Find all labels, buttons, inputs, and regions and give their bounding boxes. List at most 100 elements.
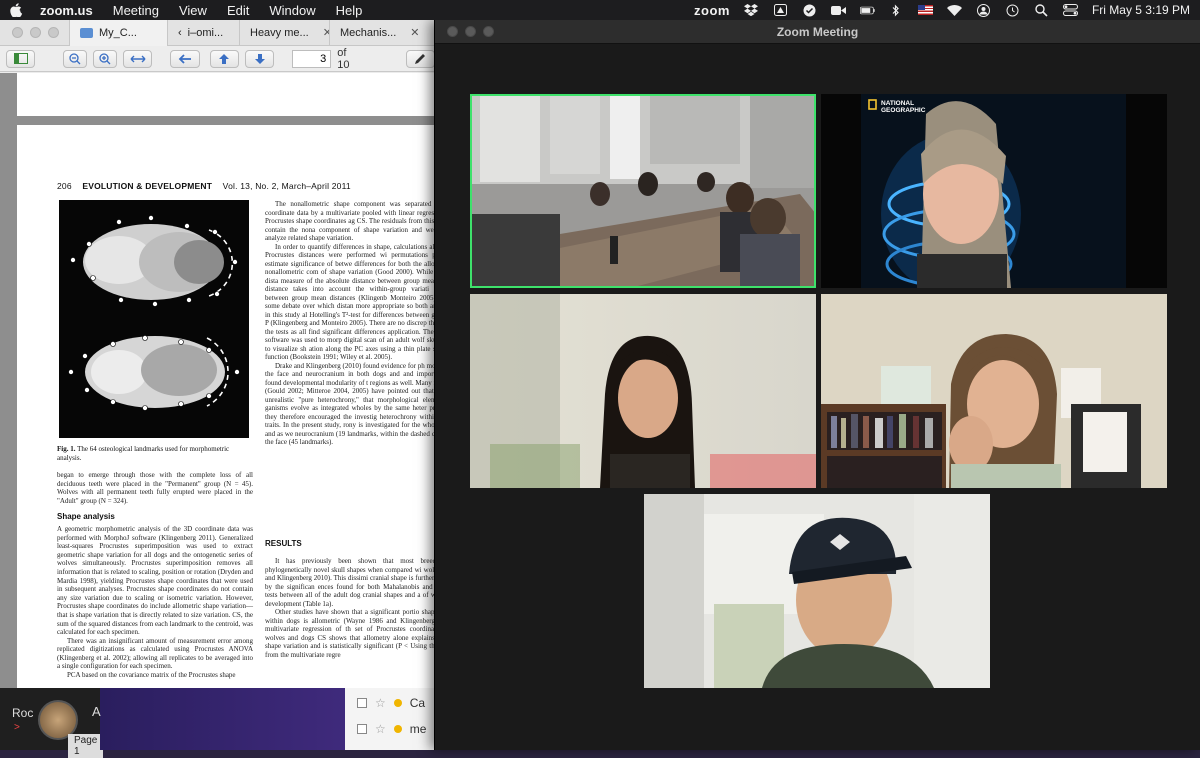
user-account-icon[interactable]: [976, 3, 991, 17]
pdf-page: 206 EVOLUTION & DEVELOPMENT Vol. 13, No.…: [17, 125, 436, 688]
close-window-button[interactable]: [12, 27, 23, 38]
apple-icon[interactable]: [10, 3, 24, 17]
page-total-label: of 10: [337, 46, 350, 71]
zoom-window-button[interactable]: [48, 27, 59, 38]
menu-edit[interactable]: Edit: [227, 3, 249, 18]
pdf-document-canvas[interactable]: 206 EVOLUTION & DEVELOPMENT Vol. 13, No.…: [0, 73, 436, 688]
previous-page-button[interactable]: [209, 49, 240, 68]
participant-bookshelf-video: [821, 294, 1167, 488]
pdf-tab-4[interactable]: Mechanis... ✕: [329, 19, 419, 46]
arrow-down-icon: [254, 53, 265, 64]
background-list-window[interactable]: ☆ Ca ☆ me: [345, 688, 436, 750]
journal-name: EVOLUTION & DEVELOPMENT: [82, 181, 213, 191]
skull-figure-image: [59, 200, 249, 438]
label-dot-icon: [393, 699, 402, 707]
participant-ng-video: [821, 94, 1167, 288]
time-machine-icon[interactable]: [1005, 4, 1020, 17]
arrow-left-icon: [178, 53, 192, 64]
annotate-button[interactable]: [405, 49, 435, 68]
next-page-button[interactable]: [245, 49, 275, 68]
list-item-text: me: [409, 722, 427, 736]
previous-page-bottom: [17, 73, 436, 116]
zoom-in-button[interactable]: [93, 49, 118, 68]
list-item-text: Ca: [409, 696, 426, 710]
conference-room-video: [470, 94, 816, 288]
background-window-purple[interactable]: A: [92, 688, 345, 750]
background-window-left[interactable]: Roc > Page 1: [0, 688, 104, 758]
sidebar-icon: [13, 53, 28, 64]
chevron-right-icon: >: [14, 722, 20, 733]
checkbox[interactable]: [357, 698, 367, 708]
paragraph: In order to quantify differences in shap…: [265, 242, 436, 362]
bluetooth-icon[interactable]: [889, 4, 904, 17]
close-icon[interactable]: ✕: [410, 26, 419, 39]
pdf-tab-2[interactable]: ‹ i–omi...: [167, 19, 239, 46]
figure-caption: Fig. 1. The 64 osteological landmarks us…: [57, 445, 253, 462]
video-camera-icon[interactable]: [830, 4, 846, 17]
fit-width-button[interactable]: [123, 49, 153, 68]
menu-app-name[interactable]: zoom.us: [40, 3, 93, 18]
back-button[interactable]: [170, 49, 200, 68]
menu-help[interactable]: Help: [336, 3, 363, 18]
paragraph: The nonallometric shape component was se…: [265, 200, 436, 242]
zoom-meeting-window: Zoom Meeting NATIONAL GEOGRAPHIC: [434, 20, 1200, 750]
page-running-header: 206 EVOLUTION & DEVELOPMENT Vol. 13, No.…: [57, 181, 351, 191]
star-icon[interactable]: ☆: [375, 696, 386, 710]
menubar-status-area: zoom Fri May 5 3:19 PM: [694, 3, 1190, 18]
label-dot-icon: [393, 725, 402, 733]
participant-blurred-video: [470, 294, 816, 488]
window-controls: [12, 27, 59, 38]
zoom-window-title: Zoom Meeting: [776, 24, 859, 39]
pdf-tab-2-label: i–omi...: [187, 26, 224, 39]
arrow-up-icon: [219, 53, 230, 64]
left-column-text: began to emerge through those with the c…: [57, 471, 253, 680]
video-tile-participant-cap[interactable]: [644, 494, 990, 688]
menu-window[interactable]: Window: [269, 3, 315, 18]
spotlight-search-icon[interactable]: [1034, 3, 1049, 17]
zoom-out-button[interactable]: [63, 49, 88, 68]
battery-icon[interactable]: [859, 4, 875, 17]
control-center-icon[interactable]: [1062, 4, 1078, 17]
zoom-status-item[interactable]: zoom: [694, 3, 730, 18]
pdf-tab-1[interactable]: My_C...: [69, 19, 167, 46]
menu-meeting[interactable]: Meeting: [113, 3, 159, 18]
page-number: 206: [57, 181, 72, 191]
drive-icon[interactable]: [773, 4, 788, 17]
list-item[interactable]: ☆ Ca: [345, 692, 436, 714]
section-heading-results: RESULTS: [265, 539, 302, 548]
us-flag-input-icon[interactable]: [917, 5, 933, 15]
list-item[interactable]: ☆ me: [345, 718, 436, 740]
page-number-input[interactable]: 3: [292, 49, 332, 68]
paragraph: PCA based on the covariance matrix of th…: [67, 671, 236, 680]
checkbox[interactable]: [357, 724, 367, 734]
pencil-icon: [415, 53, 426, 64]
journal-issue: Vol. 13, No. 2, March–April 2011: [222, 181, 351, 191]
results-text: It has previously been shown that most b…: [265, 557, 436, 659]
background-label: Roc: [12, 706, 34, 720]
check-icon[interactable]: [802, 4, 817, 17]
participant-cap-video: [644, 494, 990, 688]
video-tile-participant-blurred[interactable]: [470, 294, 816, 488]
menu-view[interactable]: View: [179, 3, 207, 18]
chevron-left-icon[interactable]: ‹: [178, 27, 182, 39]
pdf-tab-3[interactable]: Heavy me... ✕: [239, 19, 329, 46]
video-tile-conference-room[interactable]: [470, 94, 816, 288]
figure-caption-text: The 64 osteological landmarks used for m…: [57, 445, 230, 462]
video-tile-participant-ng[interactable]: NATIONAL GEOGRAPHIC: [821, 94, 1167, 288]
zoom-out-icon: [69, 52, 81, 64]
paragraph: A geometric morphometric analysis of the…: [57, 524, 253, 637]
sidebar-toggle-button[interactable]: [6, 49, 36, 68]
minimize-window-button[interactable]: [30, 27, 41, 38]
folder-icon: [80, 27, 93, 38]
natgeo-badge: NATIONAL GEOGRAPHIC: [881, 100, 926, 114]
paragraph: It has previously been shown that most b…: [265, 557, 436, 608]
fit-width-icon: [130, 55, 146, 62]
menubar-clock[interactable]: Fri May 5 3:19 PM: [1092, 3, 1190, 17]
video-tile-participant-bookshelf[interactable]: [821, 294, 1167, 488]
dropbox-icon[interactable]: [744, 4, 759, 17]
background-sub-label: A: [92, 704, 101, 719]
wifi-icon[interactable]: [946, 4, 962, 17]
star-icon[interactable]: ☆: [375, 722, 386, 736]
pdf-viewer-window: My_C... ‹ i–omi... Heavy me... ✕ Mechani…: [0, 19, 436, 688]
page-label: Page 1: [68, 734, 104, 758]
